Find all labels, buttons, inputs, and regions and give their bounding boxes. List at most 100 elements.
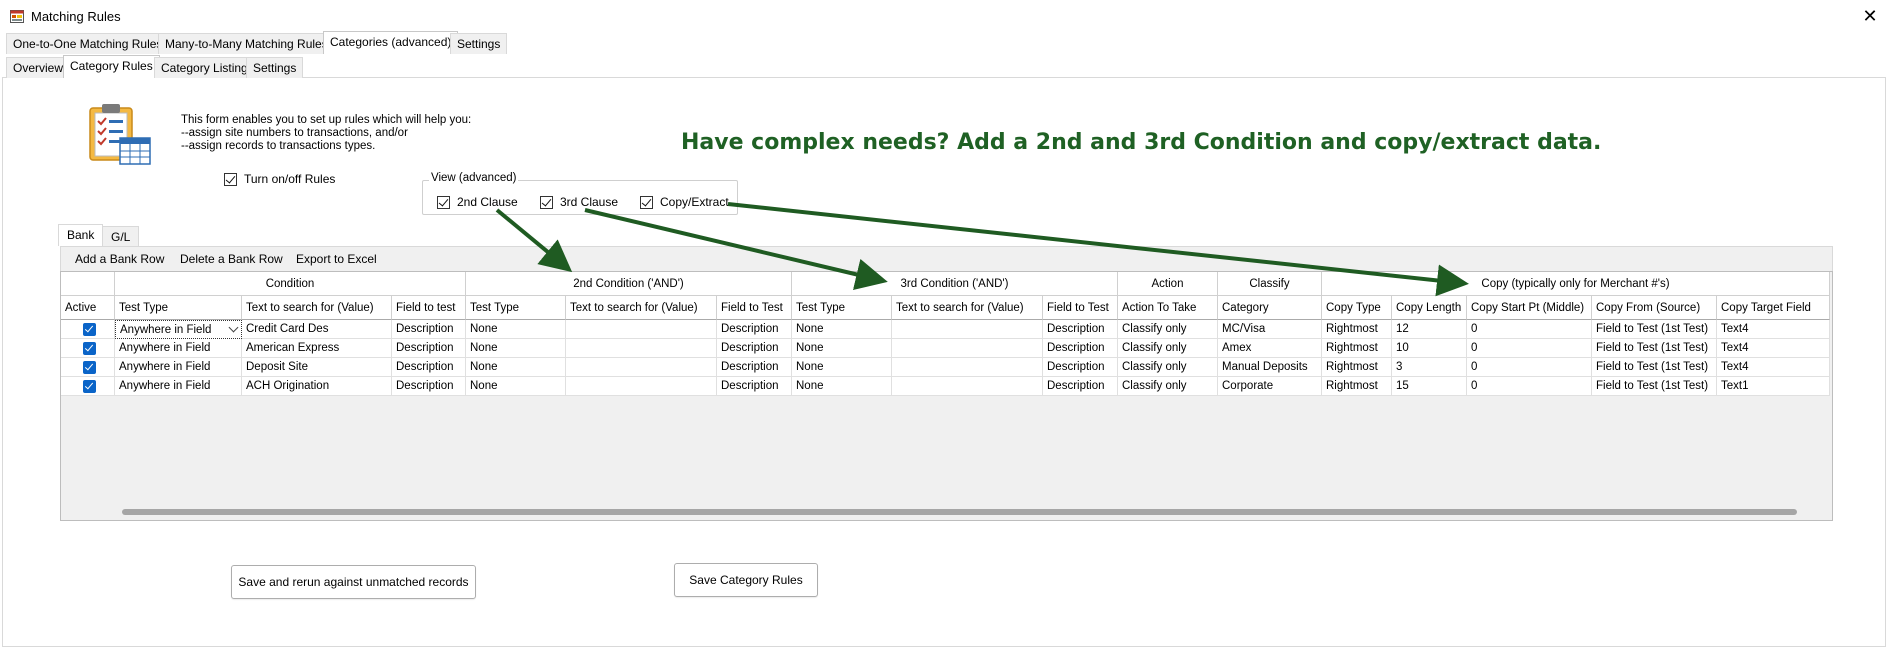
turn-on-off-rules-checkbox[interactable]: Turn on/off Rules bbox=[224, 172, 335, 186]
cell-field-2[interactable]: Description bbox=[717, 320, 792, 339]
col-header-field-test-3[interactable]: Field to Test bbox=[1043, 296, 1118, 320]
tab-gl[interactable]: G/L bbox=[102, 226, 140, 246]
cell-category[interactable]: Manual Deposits bbox=[1218, 358, 1322, 377]
cell-test-type-3[interactable]: None bbox=[792, 320, 892, 339]
cell-field-2[interactable]: Description bbox=[717, 339, 792, 358]
col-header-test-type[interactable]: Test Type bbox=[115, 296, 242, 320]
cell-field[interactable]: Description bbox=[392, 358, 466, 377]
col-header-active[interactable]: Active bbox=[61, 296, 115, 320]
cell-field-3[interactable]: Description bbox=[1043, 339, 1118, 358]
cell-copy-target[interactable]: Text1 bbox=[1717, 377, 1830, 396]
scrollbar-thumb[interactable] bbox=[122, 509, 1797, 515]
cell-text-value-3[interactable] bbox=[892, 358, 1043, 377]
cell-active[interactable] bbox=[61, 358, 115, 377]
cell-field-2[interactable]: Description bbox=[717, 377, 792, 396]
cell-text-value-3[interactable] bbox=[892, 377, 1043, 396]
cell-copy-from[interactable]: Field to Test (1st Test) bbox=[1592, 358, 1717, 377]
cell-field[interactable]: Description bbox=[392, 377, 466, 396]
cell-active[interactable] bbox=[61, 377, 115, 396]
cell-text-value-2[interactable] bbox=[566, 320, 717, 339]
cell-test-type-2[interactable]: None bbox=[466, 320, 566, 339]
cell-test-type-2[interactable]: None bbox=[466, 339, 566, 358]
col-header-field-test-2[interactable]: Field to Test bbox=[717, 296, 792, 320]
cell-copy-length[interactable]: 12 bbox=[1392, 320, 1467, 339]
cell-copy-target[interactable]: Text4 bbox=[1717, 358, 1830, 377]
tab-category-listing[interactable]: Category Listing bbox=[154, 57, 255, 78]
active-checkbox[interactable] bbox=[83, 361, 96, 374]
save-category-rules-button[interactable]: Save Category Rules bbox=[674, 563, 818, 597]
tab-category-rules[interactable]: Category Rules bbox=[63, 55, 160, 78]
tab-overview[interactable]: Overview bbox=[6, 57, 71, 78]
cell-text-value-2[interactable] bbox=[566, 377, 717, 396]
cell-copy-type[interactable]: Rightmost bbox=[1322, 358, 1392, 377]
cell-copy-from[interactable]: Field to Test (1st Test) bbox=[1592, 320, 1717, 339]
cell-copy-length[interactable]: 10 bbox=[1392, 339, 1467, 358]
cell-copy-type[interactable]: Rightmost bbox=[1322, 320, 1392, 339]
chevron-down-icon[interactable] bbox=[228, 322, 239, 333]
cell-field-2[interactable]: Description bbox=[717, 358, 792, 377]
cell-text-value-3[interactable] bbox=[892, 320, 1043, 339]
cell-text-value[interactable]: Deposit Site bbox=[242, 358, 392, 377]
col-header-copy-start[interactable]: Copy Start Pt (Middle) bbox=[1467, 296, 1592, 320]
cell-field[interactable]: Description bbox=[392, 339, 466, 358]
cell-copy-type[interactable]: Rightmost bbox=[1322, 377, 1392, 396]
col-header-text-search[interactable]: Text to search for (Value) bbox=[242, 296, 392, 320]
cell-test-type-3[interactable]: None bbox=[792, 377, 892, 396]
active-checkbox[interactable] bbox=[83, 342, 96, 355]
cell-text-value[interactable]: American Express bbox=[242, 339, 392, 358]
cell-category[interactable]: Amex bbox=[1218, 339, 1322, 358]
cell-copy-type[interactable]: Rightmost bbox=[1322, 339, 1392, 358]
cell-test-type[interactable]: Anywhere in Field bbox=[115, 358, 242, 377]
cell-copy-length[interactable]: 3 bbox=[1392, 358, 1467, 377]
category-rules-grid[interactable]: Condition 2nd Condition ('AND') 3rd Cond… bbox=[60, 271, 1833, 521]
cell-text-value[interactable]: ACH Origination bbox=[242, 377, 392, 396]
active-checkbox[interactable] bbox=[83, 323, 96, 336]
col-header-category[interactable]: Category bbox=[1218, 296, 1322, 320]
tab-one-to-one[interactable]: One-to-One Matching Rules bbox=[6, 33, 170, 54]
col-header-copy-from[interactable]: Copy From (Source) bbox=[1592, 296, 1717, 320]
cell-test-type[interactable]: Anywhere in Field bbox=[115, 320, 242, 339]
cell-copy-start[interactable]: 0 bbox=[1467, 320, 1592, 339]
cell-test-type-2[interactable]: None bbox=[466, 377, 566, 396]
col-header-copy-length[interactable]: Copy Length bbox=[1392, 296, 1467, 320]
tab-categories-advanced[interactable]: Categories (advanced) bbox=[323, 31, 459, 54]
cell-copy-from[interactable]: Field to Test (1st Test) bbox=[1592, 339, 1717, 358]
cell-test-type[interactable]: Anywhere in Field bbox=[115, 339, 242, 358]
cell-copy-start[interactable]: 0 bbox=[1467, 339, 1592, 358]
cell-field[interactable]: Description bbox=[392, 320, 466, 339]
col-header-test-type-3[interactable]: Test Type bbox=[792, 296, 892, 320]
col-header-text-search-3[interactable]: Text to search for (Value) bbox=[892, 296, 1043, 320]
cell-action[interactable]: Classify only bbox=[1118, 377, 1218, 396]
col-header-field-test[interactable]: Field to test bbox=[392, 296, 466, 320]
horizontal-scrollbar[interactable] bbox=[61, 504, 1832, 520]
cell-copy-start[interactable]: 0 bbox=[1467, 358, 1592, 377]
close-button[interactable]: ✕ bbox=[1855, 4, 1885, 28]
cell-text-value-2[interactable] bbox=[566, 339, 717, 358]
cell-action[interactable]: Classify only bbox=[1118, 358, 1218, 377]
col-header-copy-type[interactable]: Copy Type bbox=[1322, 296, 1392, 320]
tab-settings-sub[interactable]: Settings bbox=[246, 57, 304, 78]
cell-text-value[interactable]: Credit Card Des bbox=[242, 320, 392, 339]
cell-copy-target[interactable]: Text4 bbox=[1717, 320, 1830, 339]
active-checkbox[interactable] bbox=[83, 380, 96, 393]
cell-copy-start[interactable]: 0 bbox=[1467, 377, 1592, 396]
cell-active[interactable] bbox=[61, 320, 115, 339]
cell-copy-from[interactable]: Field to Test (1st Test) bbox=[1592, 377, 1717, 396]
col-header-test-type-2[interactable]: Test Type bbox=[466, 296, 566, 320]
cell-field-3[interactable]: Description bbox=[1043, 358, 1118, 377]
export-excel-button[interactable]: Export to Excel bbox=[296, 252, 377, 266]
col-header-text-search-2[interactable]: Text to search for (Value) bbox=[566, 296, 717, 320]
cell-text-value-3[interactable] bbox=[892, 339, 1043, 358]
col-header-action[interactable]: Action To Take bbox=[1118, 296, 1218, 320]
cell-action[interactable]: Classify only bbox=[1118, 320, 1218, 339]
save-rerun-button[interactable]: Save and rerun against unmatched records bbox=[231, 565, 476, 599]
copy-extract-checkbox[interactable]: Copy/Extract bbox=[640, 195, 729, 209]
add-bank-row-button[interactable]: Add a Bank Row bbox=[75, 252, 164, 266]
cell-category[interactable]: MC/Visa bbox=[1218, 320, 1322, 339]
delete-bank-row-button[interactable]: Delete a Bank Row bbox=[180, 252, 283, 266]
col-header-copy-target[interactable]: Copy Target Field bbox=[1717, 296, 1830, 320]
cell-test-type-3[interactable]: None bbox=[792, 339, 892, 358]
cell-test-type-3[interactable]: None bbox=[792, 358, 892, 377]
cell-field-3[interactable]: Description bbox=[1043, 320, 1118, 339]
cell-copy-length[interactable]: 15 bbox=[1392, 377, 1467, 396]
